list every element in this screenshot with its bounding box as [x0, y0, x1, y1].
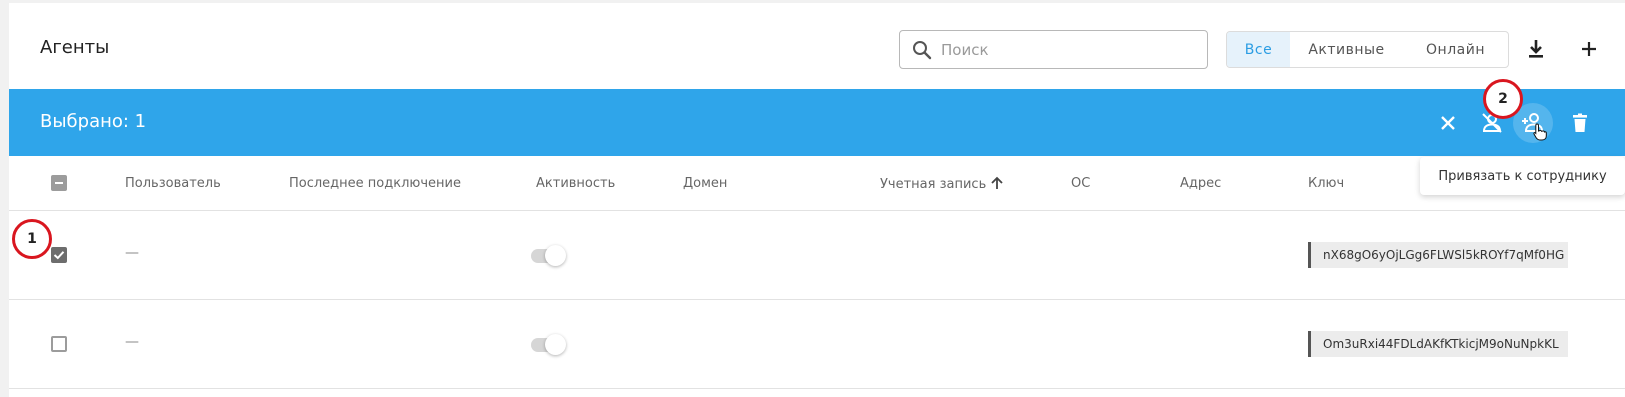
column-account[interactable]: Учетная запись	[880, 176, 1004, 192]
filter-all[interactable]: Все	[1227, 32, 1290, 67]
column-last-connection[interactable]: Последнее подключение	[289, 176, 461, 191]
toggle-knob	[545, 334, 566, 355]
delete-icon	[1573, 113, 1587, 132]
table-row[interactable]: — nX68gO6yOjLGg6FLWSl5kROYf7qMf0HG	[9, 211, 1625, 300]
agents-panel: Агенты Поиск Все Активные Онлайн Выбрано…	[9, 3, 1625, 397]
select-all-checkbox[interactable]	[51, 175, 67, 191]
plus-icon	[1582, 42, 1596, 56]
row-checkbox[interactable]	[51, 247, 67, 263]
filter-active[interactable]: Активные	[1290, 32, 1403, 67]
header: Агенты Поиск Все Активные Онлайн	[9, 3, 1625, 89]
sort-ascending-icon	[991, 176, 1004, 189]
close-icon	[1441, 116, 1455, 130]
column-os[interactable]: ОС	[1071, 176, 1090, 191]
download-icon	[1529, 40, 1543, 58]
key-cell: nX68gO6yOjLGg6FLWSl5kROYf7qMf0HG	[1308, 242, 1568, 268]
column-address[interactable]: Адрес	[1180, 176, 1221, 191]
search-input[interactable]: Поиск	[899, 30, 1208, 69]
search-icon	[913, 41, 932, 60]
user-cell: —	[125, 334, 139, 350]
user-cell: —	[125, 245, 139, 261]
clear-selection-button[interactable]	[1434, 109, 1462, 137]
row-checkbox[interactable]	[51, 336, 67, 352]
search-placeholder: Поиск	[941, 41, 989, 59]
column-activity[interactable]: Активность	[536, 176, 615, 191]
table-header: Пользователь Последнее подключение Актив…	[9, 156, 1625, 211]
column-key[interactable]: Ключ	[1308, 176, 1344, 191]
toggle-knob	[545, 245, 566, 266]
activity-toggle[interactable]	[531, 334, 567, 355]
checkmark-icon	[53, 251, 65, 260]
activity-toggle[interactable]	[531, 245, 567, 266]
delete-button[interactable]	[1566, 109, 1594, 137]
key-cell: Om3uRxi44FDLdAKfKTkicjM9oNuNpkKL	[1308, 331, 1568, 357]
table-row[interactable]: — Om3uRxi44FDLdAKfKTkicjM9oNuNpkKL	[9, 300, 1625, 389]
selection-count: Выбрано: 1	[40, 111, 147, 132]
annotation-marker-1: 1	[12, 219, 52, 259]
filter-online[interactable]: Онлайн	[1403, 32, 1508, 67]
hand-cursor-icon	[1533, 123, 1547, 141]
download-button[interactable]	[1523, 36, 1549, 62]
page-title: Агенты	[40, 37, 110, 58]
column-account-label: Учетная запись	[880, 177, 987, 192]
annotation-marker-2: 2	[1483, 79, 1523, 119]
column-domain[interactable]: Домен	[683, 176, 727, 191]
column-user[interactable]: Пользователь	[125, 176, 221, 191]
add-agent-button[interactable]	[1576, 36, 1602, 62]
selection-bar: Выбрано: 1	[9, 89, 1625, 156]
status-filter: Все Активные Онлайн	[1226, 31, 1509, 68]
